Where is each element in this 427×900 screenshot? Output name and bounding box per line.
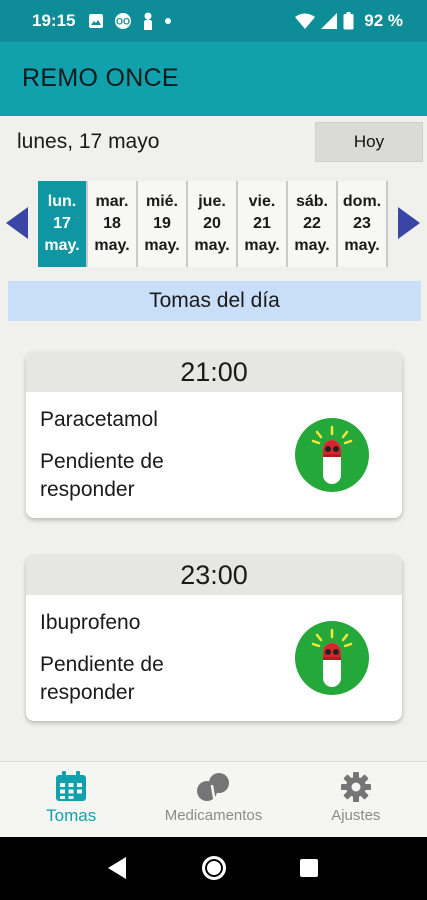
day-number: 19: [153, 215, 171, 232]
day-of-week: mar.: [95, 193, 129, 210]
day-of-week: lun.: [47, 193, 77, 210]
nav-item-ajustes[interactable]: Ajustes: [285, 762, 427, 837]
home-icon[interactable]: [202, 856, 226, 880]
app-bar: REMO ONCE: [0, 42, 427, 116]
day-button[interactable]: sáb. 22 may.: [288, 181, 338, 267]
system-indicators: 92 %: [295, 10, 403, 32]
gear-icon: [340, 772, 371, 802]
system-navigation-bar: [0, 837, 427, 900]
battery-icon: [343, 12, 354, 30]
section-header: Tomas del día: [8, 281, 421, 321]
nav-label: Tomas: [46, 806, 97, 825]
nav-label: Medicamentos: [164, 807, 263, 824]
selected-date-label: lunes, 17 mayo: [17, 130, 160, 153]
pills-icon: [197, 773, 230, 802]
day-number: 22: [303, 215, 321, 232]
day-month: may.: [44, 237, 80, 254]
battery-percent: 92 %: [364, 11, 403, 30]
day-button[interactable]: vie. 21 may.: [238, 181, 288, 267]
calendar-icon: [56, 771, 87, 801]
section-title: Tomas del día: [149, 289, 280, 312]
triangle-right-icon[interactable]: [398, 207, 420, 239]
nav-label: Ajustes: [331, 807, 381, 824]
medication-name: Ibuprofeno: [40, 611, 141, 634]
person-icon: [144, 12, 152, 30]
day-month: may.: [144, 237, 180, 254]
day-button[interactable]: dom. 23 may.: [338, 181, 388, 267]
dose-time: 23:00: [26, 555, 402, 595]
pill-alarm-icon[interactable]: [295, 418, 369, 492]
dose-status: Pendiente de responder: [40, 450, 164, 501]
day-of-week: dom.: [342, 193, 382, 210]
day-month: may.: [194, 237, 230, 254]
status-bar: 19:15 OO 92 %: [0, 0, 427, 42]
day-number: 18: [103, 215, 121, 232]
day-number: 17: [53, 215, 71, 232]
day-month: may.: [244, 237, 280, 254]
dot-icon: [165, 18, 171, 24]
day-of-week: jue.: [198, 193, 226, 210]
wifi-icon: [295, 13, 316, 29]
triangle-left-icon[interactable]: [6, 207, 28, 239]
nav-item-medicamentos[interactable]: Medicamentos: [142, 762, 284, 837]
day-button[interactable]: lun. 17 may.: [38, 181, 88, 267]
dose-card[interactable]: 23:00 Ibuprofeno Pendiente de responder: [26, 555, 402, 721]
bottom-navigation: Tomas Medicamentos Ajustes: [0, 761, 427, 837]
day-button[interactable]: mar. 18 may.: [88, 181, 138, 267]
day-button[interactable]: jue. 20 may.: [188, 181, 238, 267]
notification-icons: OO: [88, 11, 172, 31]
day-month: may.: [344, 237, 380, 254]
day-of-week: sáb.: [295, 193, 328, 210]
day-number: 20: [203, 215, 221, 232]
today-button[interactable]: Hoy: [315, 122, 423, 162]
day-of-week: vie.: [248, 193, 276, 210]
app-title: REMO ONCE: [22, 64, 179, 92]
back-icon[interactable]: [108, 857, 126, 879]
status-time: 19:15: [32, 11, 76, 30]
day-button[interactable]: mié. 19 may.: [138, 181, 188, 267]
dose-status: Pendiente de responder: [40, 653, 164, 704]
recent-apps-icon[interactable]: [300, 859, 318, 877]
dose-time: 21:00: [26, 352, 402, 392]
medication-name: Paracetamol: [40, 408, 158, 431]
day-month: may.: [294, 237, 330, 254]
image-icon: [89, 14, 103, 28]
dose-card[interactable]: 21:00 Paracetamol Pendiente de responder: [26, 352, 402, 518]
pill-alarm-icon[interactable]: [295, 621, 369, 695]
day-month: may.: [94, 237, 130, 254]
svg-text:OO: OO: [116, 17, 130, 27]
nav-item-tomas[interactable]: Tomas: [0, 762, 142, 837]
day-number: 21: [253, 215, 271, 232]
day-of-week: mié.: [145, 193, 178, 210]
signal-icon: [321, 13, 338, 29]
cast-icon: OO: [115, 13, 131, 29]
week-strip: lun. 17 may. mar. 18 may. mié. 19 may. j…: [38, 181, 388, 267]
day-number: 23: [353, 215, 371, 232]
